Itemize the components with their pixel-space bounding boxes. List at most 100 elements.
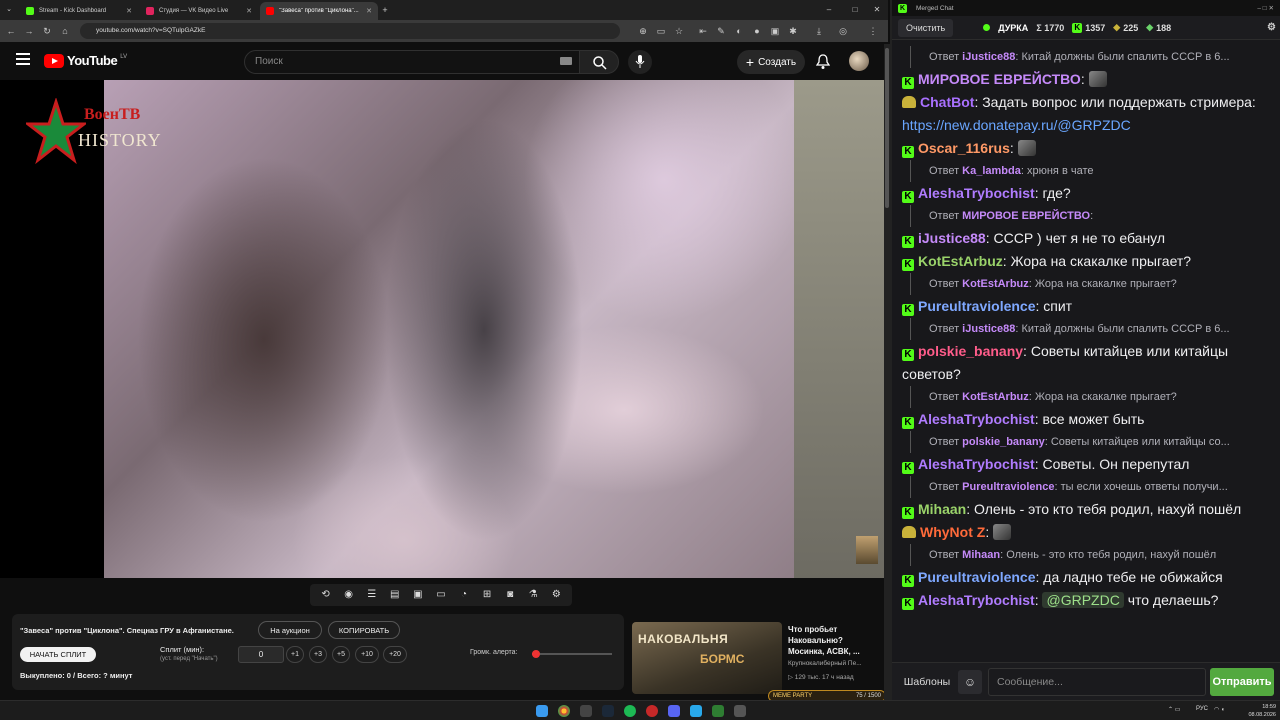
chrome-icon[interactable] (558, 705, 570, 717)
telegram-icon[interactable] (690, 705, 702, 717)
extension-icon[interactable]: ✎ (714, 24, 728, 38)
reload-icon[interactable]: ↻ (40, 24, 54, 38)
app-icon[interactable] (646, 705, 658, 717)
app-icon[interactable] (734, 705, 746, 717)
chat-link[interactable]: https://new.donatepay.ru/@GRPZDC (902, 117, 1131, 133)
forward-icon[interactable]: → (22, 24, 36, 38)
extension-icon[interactable]: ▣ (768, 24, 782, 38)
chat-username[interactable]: polskie_banany (918, 343, 1023, 359)
split-minutes-input[interactable]: 0 (238, 646, 284, 663)
youtube-logo[interactable]: YouTube LV (44, 53, 127, 68)
screenshot-camera-icon[interactable]: ◙ (502, 587, 518, 603)
keyboard-icon[interactable] (560, 57, 572, 65)
emoji-button[interactable]: ☺ (958, 670, 982, 694)
hamburger-menu-icon[interactable] (16, 53, 30, 65)
close-icon[interactable]: ✕ (126, 7, 132, 15)
download-icon[interactable]: ⤓ (812, 24, 826, 38)
close-window-icon[interactable]: ✕ (870, 3, 884, 17)
url-input[interactable]: youtube.com/watch?v=SQTulpGAZkE (80, 23, 620, 39)
back-icon[interactable]: ← (4, 24, 18, 38)
step-plus-5-button[interactable]: +5 (332, 646, 350, 663)
chat-username[interactable]: WhyNot Z (920, 524, 985, 540)
create-button[interactable]: + Создать (737, 50, 805, 74)
chat-username[interactable]: Mihaan (918, 501, 966, 517)
explorer-icon[interactable] (580, 705, 592, 717)
recommended-video-title[interactable]: Что пробьет Наковальню? Мосинка, АСВК, .… (788, 624, 878, 657)
chat-username[interactable]: Oscar_116rus (918, 140, 1010, 156)
search-input[interactable]: Поиск (244, 50, 580, 74)
chat-username[interactable]: AleshaTrybochist (918, 185, 1035, 201)
bookmark-star-icon[interactable]: ☆ (672, 24, 686, 38)
steam-icon[interactable] (602, 705, 614, 717)
clear-chat-button[interactable]: Очистить (898, 18, 954, 37)
recommended-channel[interactable]: Крупнокалиберный Пе... (788, 660, 880, 667)
clapper-icon[interactable]: ▤ (387, 587, 403, 603)
settings-gear-icon[interactable]: ⚙ (1267, 22, 1276, 33)
chat-username[interactable]: iJustice88 (918, 230, 986, 246)
reply-username[interactable]: iJustice88 (962, 323, 1015, 335)
templates-button[interactable]: Шаблоны (898, 670, 956, 694)
clock[interactable]: 18:59 08.08.2026 (1236, 703, 1276, 719)
subtitles-icon[interactable]: ▭ (433, 587, 449, 603)
reply-username[interactable]: polskie_banany (962, 436, 1045, 448)
voice-search-button[interactable] (628, 50, 652, 74)
tab-youtube-video[interactable]: "Завеса" против "Циклона"... ✕ (260, 2, 378, 20)
new-tab-icon[interactable]: + (378, 3, 392, 17)
extension-icon[interactable]: ⇤ (696, 24, 710, 38)
start-split-button[interactable]: НАЧАТЬ СПЛИТ (20, 647, 96, 662)
close-icon[interactable]: ✕ (246, 7, 252, 15)
chat-username[interactable]: Pureultraviolence (918, 298, 1036, 314)
reply-username[interactable]: iJustice88 (962, 51, 1015, 63)
close-icon[interactable]: ✕ (366, 7, 372, 15)
send-button[interactable]: Отправить (1210, 668, 1274, 696)
tab-kick-dashboard[interactable]: Stream - Kick Dashboard ✕ (20, 2, 138, 20)
reply-username[interactable]: Ka_lambda (962, 165, 1021, 177)
chat-username[interactable]: AleshaTrybochist (918, 456, 1035, 472)
zoom-icon[interactable]: ⊕ (636, 24, 650, 38)
chat-username[interactable]: AleshaTrybochist (918, 592, 1035, 608)
pip-icon[interactable]: ▣ (410, 587, 426, 603)
chat-username[interactable]: МИРОВОЕ ЕВРЕЙСТВО (918, 71, 1081, 87)
language-indicator[interactable]: РУС (1196, 706, 1208, 712)
step-plus-3-button[interactable]: +3 (309, 646, 327, 663)
slider-handle[interactable] (532, 650, 540, 658)
profile-icon[interactable]: ◎ (836, 24, 850, 38)
browser-menu-icon[interactable]: ⋮ (866, 24, 880, 38)
app-icon[interactable] (712, 705, 724, 717)
cast-icon[interactable]: ▭ (654, 24, 668, 38)
spotify-icon[interactable] (624, 705, 636, 717)
reply-username[interactable]: KotEstArbuz (962, 278, 1029, 290)
add-clip-icon[interactable]: ⊞ (479, 587, 495, 603)
queue-icon[interactable]: ☰ (364, 587, 380, 603)
settings-gear-icon[interactable]: ⚙ (548, 587, 564, 603)
window-controls-icon[interactable]: – □ ✕ (1257, 4, 1274, 12)
reply-username[interactable]: Pureultraviolence (962, 481, 1054, 493)
reply-username[interactable]: KotEstArbuz (962, 391, 1029, 403)
mention-chip[interactable]: @GRPZDC (1042, 592, 1124, 608)
discord-icon[interactable] (668, 705, 680, 717)
maximize-icon[interactable]: □ (848, 3, 862, 17)
chat-username[interactable]: AleshaTrybochist (918, 411, 1035, 427)
flask-icon[interactable]: ⚗ (525, 587, 541, 603)
windows-start-icon[interactable] (536, 705, 548, 717)
step-plus-1-button[interactable]: +1 (286, 646, 304, 663)
tray-icons[interactable]: ⌃ ▭ (1168, 706, 1180, 713)
extension-icon[interactable]: ● (750, 24, 764, 38)
alert-volume-slider[interactable] (532, 650, 612, 658)
copy-button[interactable]: КОПИРОВАТЬ (328, 621, 400, 639)
broadcast-icon[interactable]: ◉ (341, 587, 357, 603)
tab-vk-studio[interactable]: Студия — VK Видео Live ✕ (140, 2, 258, 20)
reply-username[interactable]: МИРОВОЕ ЕВРЕЙСТВО (962, 210, 1090, 222)
message-input[interactable]: Сообщение... (988, 668, 1206, 696)
extension-icon[interactable]: ◐ (732, 24, 746, 38)
avatar[interactable] (849, 51, 869, 71)
recommended-video-thumbnail[interactable]: НАКОВАЛЬНЯ БОРМС (632, 622, 782, 694)
network-sound-icon[interactable]: ◠ ◖ (1214, 706, 1225, 713)
tab-menu-icon[interactable]: ⌄ (2, 3, 16, 17)
step-plus-20-button[interactable]: +20 (383, 646, 407, 663)
chat-username[interactable]: Pureultraviolence (918, 569, 1036, 585)
minimize-icon[interactable]: – (822, 3, 836, 17)
notifications-bell-icon[interactable] (816, 54, 830, 70)
loop-icon[interactable]: ⟲ (318, 587, 334, 603)
search-button[interactable] (579, 50, 619, 74)
